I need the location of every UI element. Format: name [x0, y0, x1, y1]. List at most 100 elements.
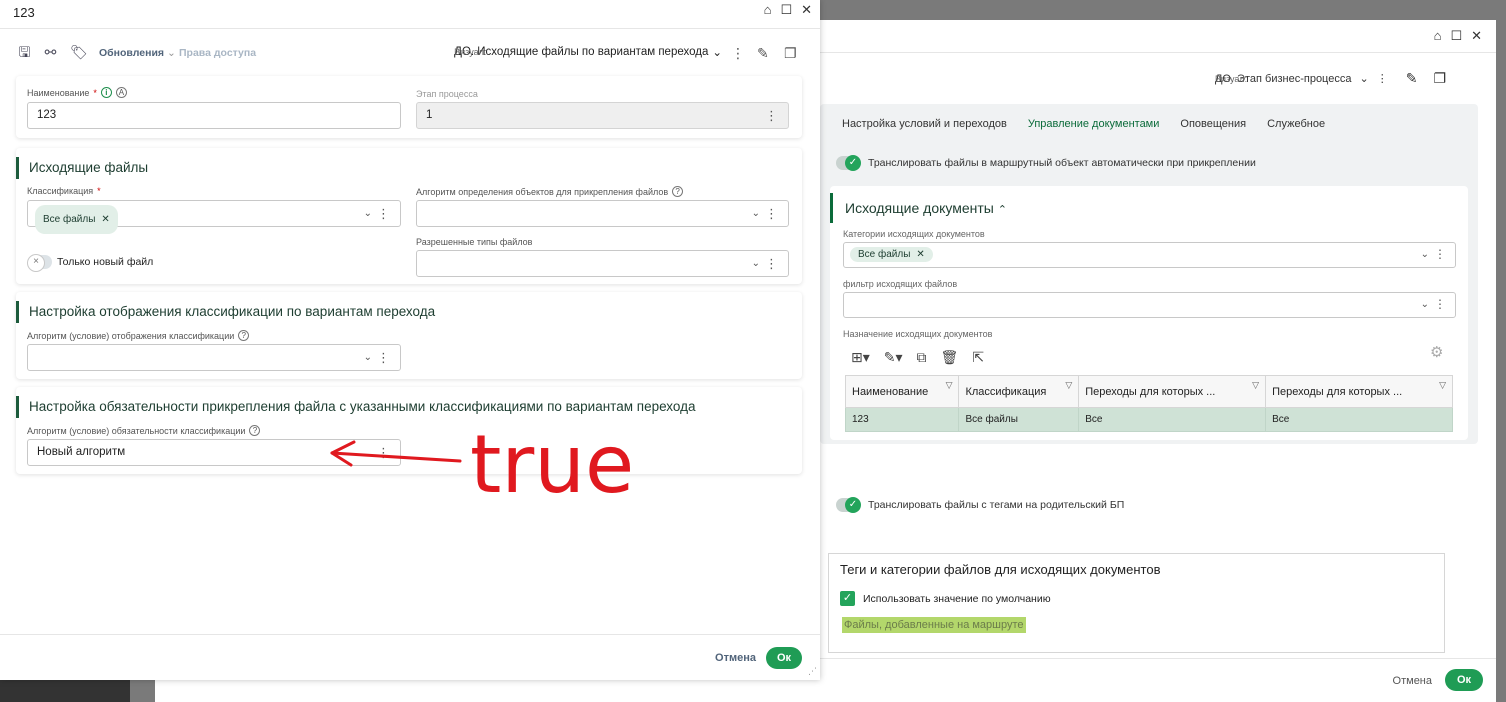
algorithm-label: Алгоритм определения объектов для прикре…: [416, 186, 669, 197]
bg-ok-button[interactable]: Ок: [1445, 669, 1483, 691]
classification-chip-label: Все файлы: [43, 214, 96, 225]
settings-gear-icon[interactable]: ⚙: [1430, 343, 1443, 361]
table-cell: 123: [844, 407, 960, 432]
bg-collapse-icon[interactable]: ⌂: [1434, 28, 1442, 44]
display-settings-card: Настройка отображения классификации по в…: [16, 292, 802, 379]
more-icon[interactable]: ⋮: [377, 201, 390, 226]
copy-icon[interactable]: ⧉: [917, 349, 927, 366]
bg-highlighted-text: Файлы, добавленные на маршруте: [842, 617, 1026, 633]
access-rights-link[interactable]: Права доступа: [179, 47, 256, 59]
table-cell: Все: [1078, 407, 1267, 432]
resize-handle-icon[interactable]: ⋰: [808, 666, 817, 677]
chevron-down-icon: ⌄: [1420, 249, 1429, 260]
structure-icon[interactable]: ⚯: [42, 45, 59, 60]
bg-tabs: Настройка условий и переходов Управление…: [842, 118, 1325, 130]
more-icon[interactable]: ⋮: [765, 201, 778, 226]
algorithm-label-row: Алгоритм определения объектов для прикре…: [416, 186, 684, 197]
visual-selector[interactable]: Визуал: ДО. Исходящие файлы по вариантам…: [454, 45, 722, 59]
bg-close-icon[interactable]: ✕: [1471, 28, 1482, 44]
table-header[interactable]: Наименование ▽: [844, 375, 960, 408]
bg-chevron-down-icon: ⌄: [1359, 73, 1369, 85]
allowed-types-select[interactable]: ⌄ ⋮: [416, 250, 789, 277]
bg-tab-service[interactable]: Служебное: [1267, 118, 1325, 130]
bg-categories-chip[interactable]: Все файлы ✕: [850, 247, 933, 262]
edit-icon[interactable]: ✎▾: [884, 349, 903, 366]
filter-icon: ▽: [1439, 380, 1446, 390]
more-icon[interactable]: ⋮: [765, 251, 778, 276]
name-card: Наименование * i A 123 Этап процесса 1 ⋮: [16, 76, 802, 138]
more-icon[interactable]: ⋮: [765, 103, 778, 128]
chevron-down-icon: ⌄: [712, 47, 722, 59]
bg-chip-label: Все файлы: [858, 249, 911, 260]
save-icon[interactable]: 🖫: [16, 45, 33, 60]
bg-documents-table: Наименование ▽ Классификация ▽ Переходы дл…: [844, 375, 1453, 432]
bg-tab-conditions[interactable]: Настройка условий и переходов: [842, 118, 1007, 130]
bg-default-value-label: Использовать значение по умолчанию: [863, 592, 1051, 605]
display-algorithm-label: Алгоритм (условие) отображения классифик…: [27, 330, 235, 341]
display-settings-title: Настройка отображения классификации по в…: [16, 301, 435, 323]
name-input[interactable]: 123: [27, 102, 401, 129]
more-icon[interactable]: ⋮: [1434, 297, 1446, 311]
bg-visual-selector[interactable]: Визуал: ДО. Этап бизнес-процесса ⌄ ⋮ ✎ ❐: [1215, 70, 1446, 87]
help-icon[interactable]: ?: [672, 186, 684, 197]
more-icon[interactable]: ⋮: [1434, 247, 1446, 261]
open-external-icon[interactable]: ⇱: [972, 349, 984, 366]
classification-chip[interactable]: Все файлы ✕: [35, 205, 118, 234]
only-new-file-label: Только новый файл: [57, 256, 154, 268]
chevron-down-icon: ⌄: [1420, 299, 1429, 310]
delete-icon[interactable]: 🗑: [941, 349, 959, 366]
bg-categories-select[interactable]: Все файлы ✕ ⌄ ⋮: [843, 242, 1456, 268]
outgoing-files-card: Исходящие файлы Классификация * Все файлы…: [16, 148, 802, 284]
chevron-down-icon: ⌄: [363, 208, 372, 219]
taskbar-strip: [0, 678, 130, 702]
checkbox-checked[interactable]: ✓: [840, 591, 855, 606]
chevron-down-icon: ⌄: [166, 47, 176, 59]
auto-icon[interactable]: A: [115, 87, 127, 98]
bg-more-icon[interactable]: ⋮: [1377, 72, 1388, 85]
table-row[interactable]: 123 Все файлы Все Все: [844, 407, 1453, 432]
close-icon[interactable]: ✕: [801, 2, 812, 18]
more-icon[interactable]: ⋮: [377, 345, 390, 370]
info-icon[interactable]: i: [100, 87, 112, 98]
add-icon[interactable]: ⊞▾: [851, 349, 870, 366]
bg-layout-icon[interactable]: ❐: [1433, 70, 1446, 87]
bg-cancel-button[interactable]: Отмена: [1393, 675, 1432, 687]
remove-icon[interactable]: ✕: [101, 207, 109, 232]
tags-icon[interactable]: 🏷: [70, 45, 88, 60]
display-algorithm-label-row: Алгоритм (условие) отображения классифик…: [27, 330, 250, 341]
table-header[interactable]: Классификация ▽: [958, 375, 1080, 408]
algorithm-select[interactable]: ⌄ ⋮: [416, 200, 789, 227]
bg-tab-notifications[interactable]: Оповещения: [1180, 118, 1246, 130]
bg-auto-translate-row: Транслировать файлы в маршрутный объект …: [836, 155, 1256, 171]
classification-label: Классификация: [27, 186, 94, 196]
updates-label: Обновления: [99, 47, 165, 59]
bg-filter-select[interactable]: ⌄ ⋮: [843, 292, 1456, 318]
bg-parent-translate-row: Транслировать файлы с тегами на родитель…: [836, 497, 1124, 513]
ok-button[interactable]: Ок: [766, 647, 802, 669]
display-algorithm-select[interactable]: ⌄ ⋮: [27, 344, 401, 371]
allowed-types-label: Разрешенные типы файлов: [416, 237, 533, 247]
bg-outgoing-title[interactable]: Исходящие документы ⌃: [830, 193, 1007, 223]
remove-icon[interactable]: ✕: [916, 249, 924, 260]
updates-menu[interactable]: Обновления ⌄: [99, 47, 176, 59]
classification-select[interactable]: Все файлы ✕ ⌄ ⋮: [27, 200, 401, 234]
table-header[interactable]: Переходы для которых ... ▽: [1265, 375, 1453, 408]
bg-parent-translate-toggle[interactable]: [836, 497, 861, 513]
dialog-footer: Отмена Ок ⋰: [0, 634, 820, 680]
bg-table-toolbar: ⊞▾ ✎▾ ⧉ 🗑 ⇱: [851, 349, 984, 366]
help-icon[interactable]: ?: [238, 330, 250, 341]
maximize-icon[interactable]: ☐: [780, 2, 792, 18]
help-icon[interactable]: ?: [249, 425, 261, 436]
edit-icon[interactable]: ✎: [757, 45, 769, 62]
dialog-toolbar: 🖫 ⚯ 🏷 Обновления ⌄ Права доступа Визуал:…: [0, 30, 820, 70]
bg-edit-icon[interactable]: ✎: [1406, 70, 1418, 87]
bg-auto-translate-toggle[interactable]: [836, 155, 861, 171]
bg-maximize-icon[interactable]: ☐: [1450, 28, 1462, 44]
only-new-file-toggle[interactable]: [27, 254, 52, 272]
more-icon[interactable]: ⋮: [731, 45, 745, 62]
layout-icon[interactable]: ❐: [784, 45, 797, 62]
bg-tab-documents[interactable]: Управление документами: [1028, 118, 1160, 130]
collapse-icon[interactable]: ⌂: [764, 2, 772, 18]
table-header[interactable]: Переходы для которых ... ▽: [1078, 375, 1267, 408]
cancel-button[interactable]: Отмена: [715, 652, 756, 664]
